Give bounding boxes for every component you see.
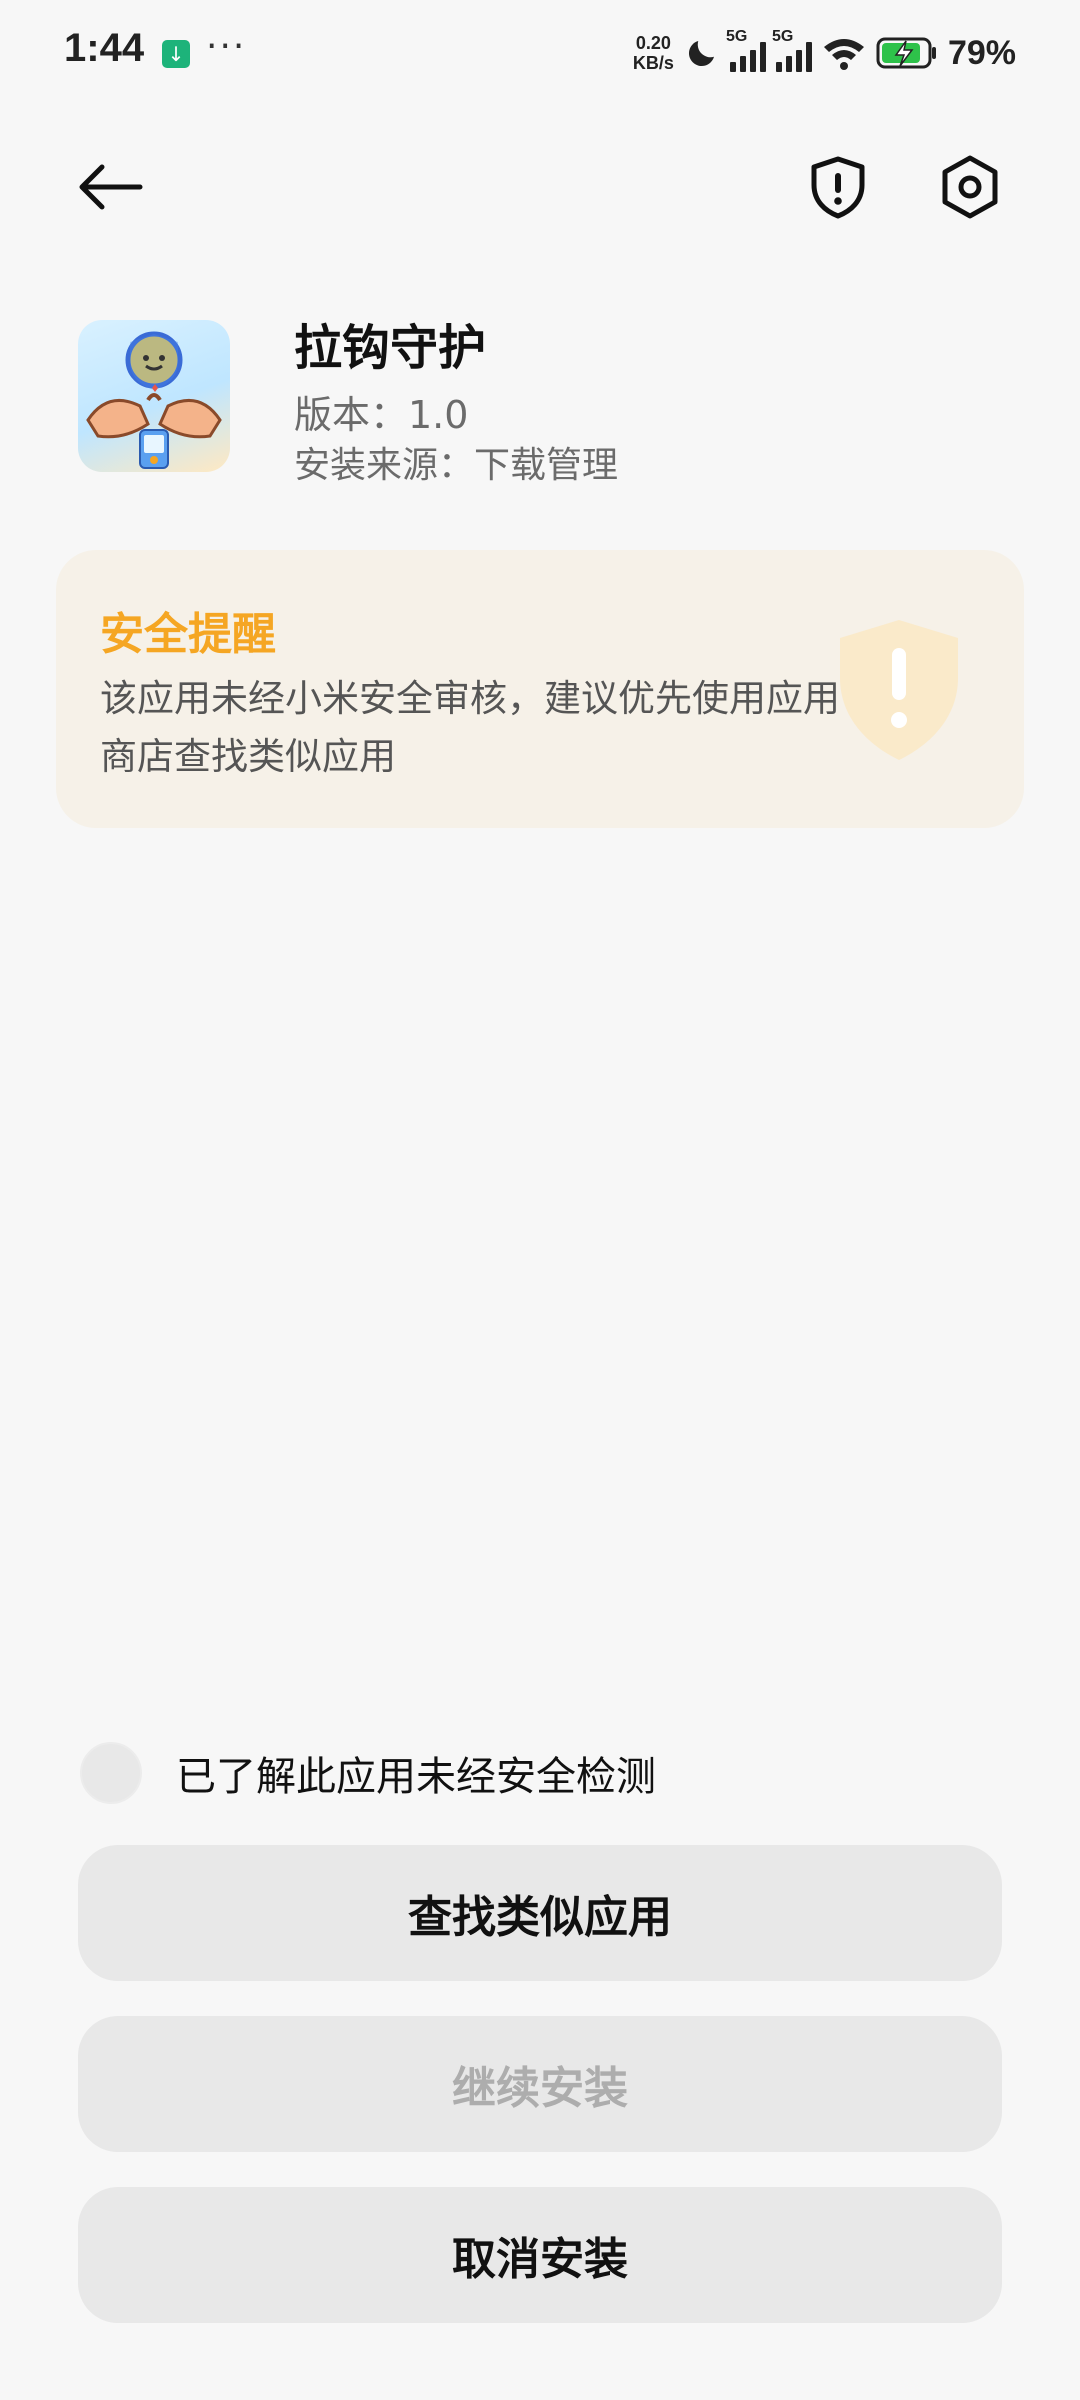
status-bar: 1:44 ↓ ··· 0.20 KB/s 5G 5G 79% bbox=[0, 0, 1080, 110]
download-icon: ↓ bbox=[162, 40, 190, 68]
acknowledge-row[interactable]: 已了解此应用未经安全检测 bbox=[80, 1738, 656, 1808]
battery-charging-icon bbox=[876, 37, 936, 69]
security-warning-card: 安全提醒 该应用未经小米安全审核，建议优先使用应用商店查找类似应用 bbox=[56, 550, 1024, 828]
status-indicators: 0.20 KB/s 5G 5G 79% bbox=[633, 28, 1016, 78]
signal-icon-sim2: 5G bbox=[772, 28, 812, 72]
back-button[interactable] bbox=[64, 142, 154, 232]
warning-text: 该应用未经小米安全审核，建议优先使用应用商店查找类似应用 bbox=[100, 677, 840, 778]
network-speed: 0.20 KB/s bbox=[632, 33, 674, 73]
installer-screen: 1:44 ↓ ··· 0.20 KB/s 5G 5G 79% 拉钩守护 版本：1… bbox=[0, 0, 1080, 2400]
arrow-left-icon bbox=[79, 164, 143, 210]
wifi-icon bbox=[823, 39, 864, 70]
warning-title: 安全提醒 bbox=[100, 609, 276, 660]
app-install-source: 安装来源：下载管理 bbox=[294, 445, 619, 486]
app-icon bbox=[78, 320, 230, 472]
find-similar-apps-button[interactable]: 查找类似应用 bbox=[78, 1845, 1002, 1981]
more-notifications-icon: ··· bbox=[206, 26, 247, 67]
moon-icon bbox=[688, 41, 714, 67]
acknowledge-label[interactable]: 已了解此应用未经安全检测 bbox=[176, 1744, 656, 1802]
signal-icon-sim1: 5G bbox=[726, 28, 766, 72]
gear-icon bbox=[942, 155, 998, 219]
settings-button[interactable] bbox=[925, 142, 1015, 232]
cancel-install-button[interactable]: 取消安装 bbox=[78, 2187, 1002, 2323]
warning-shield-icon bbox=[834, 616, 964, 768]
continue-install-button[interactable]: 继续安装 bbox=[78, 2016, 1002, 2152]
acknowledge-radio[interactable] bbox=[80, 1742, 142, 1804]
security-info-button[interactable] bbox=[793, 142, 883, 232]
battery-percent: 79% bbox=[947, 33, 1016, 72]
app-name: 拉钩守护 bbox=[294, 320, 487, 376]
shield-alert-icon bbox=[811, 156, 865, 219]
app-version: 版本：1.0 bbox=[294, 393, 469, 437]
status-time: 1:44 bbox=[64, 26, 145, 70]
